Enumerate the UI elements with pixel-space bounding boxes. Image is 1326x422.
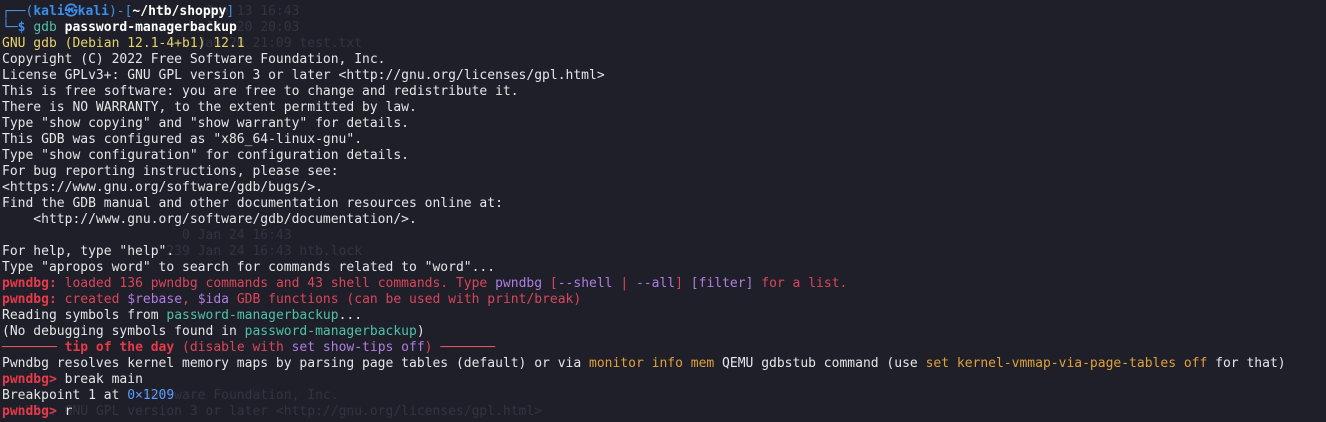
license-line: License GPLv3+: GNU GPL version 3 or lat… bbox=[2, 68, 605, 83]
prompt-corner-bottom: └─ bbox=[2, 20, 18, 35]
license-block: Copyright (C) 2022 Free Software Foundat… bbox=[2, 52, 1326, 228]
license-line: For bug reporting instructions, please s… bbox=[2, 164, 339, 179]
help-line: For help, type "help". bbox=[2, 244, 175, 259]
pwndbg-loaded-line: pwndbg: loaded 136 pwndbg commands and 4… bbox=[2, 276, 848, 291]
tip-of-day-header: ─────── tip of the day (disable with set… bbox=[2, 340, 496, 355]
license-line: This is free software: you are free to c… bbox=[2, 84, 519, 99]
pwndbg-tag: pwndbg: bbox=[2, 276, 57, 291]
help-block: For help, type "help". Type "apropos word… bbox=[2, 244, 1326, 276]
pwndbg-tag: pwndbg: bbox=[2, 292, 57, 307]
license-line: <http://www.gnu.org/software/gdb/documen… bbox=[2, 212, 417, 227]
command-break-main: break main bbox=[56, 372, 143, 387]
command-gdb: gdb bbox=[33, 20, 57, 35]
pwndbg-prompt: pwndbg> bbox=[2, 372, 57, 387]
pwndbg-created-line: pwndbg: created $rebase, $ida GDB functi… bbox=[2, 292, 582, 307]
command-argument: password-managerbackup bbox=[64, 20, 237, 35]
help-line: Type "apropos word" to search for comman… bbox=[2, 260, 496, 275]
prompt-close: ] bbox=[226, 4, 235, 19]
prompt-dollar: $ bbox=[17, 20, 34, 35]
prompt-line-command: └─$ gdb password-managerbackup bbox=[2, 20, 1326, 36]
prompt-corner: ┌──( bbox=[2, 4, 34, 19]
reading-symbols-line: Reading symbols from password-managerbac… bbox=[2, 308, 363, 323]
pwndbg-prompt-break: pwndbg> break main bbox=[2, 372, 1326, 388]
prompt-sep: )-[ bbox=[108, 4, 133, 19]
command-input[interactable]: r bbox=[57, 404, 73, 419]
license-line: Copyright (C) 2022 Free Software Foundat… bbox=[2, 52, 386, 67]
gdb-version-line: GNU gdb (Debian 12.1-4+b1) 12.1 bbox=[2, 36, 245, 51]
tip-body-line: Pwndbg resolves kernel memory maps by pa… bbox=[2, 356, 1286, 371]
license-line: <https://www.gnu.org/software/gdb/bugs/>… bbox=[2, 180, 323, 195]
breakpoint-line: Breakpoint 1 at 0×1209 bbox=[2, 388, 175, 403]
terminal-window[interactable]: Jan 13 16:43 Jan 20 20:03 Jan 20 21:09 t… bbox=[0, 0, 1326, 422]
pwndbg-prompt-run[interactable]: pwndbg> r bbox=[2, 404, 1326, 420]
license-line: Type "show copying" and "show warranty" … bbox=[2, 116, 409, 131]
license-line: Find the GDB manual and other documentat… bbox=[2, 196, 503, 211]
prompt-path: ~/htb/shoppy bbox=[132, 4, 227, 19]
license-line: There is NO WARRANTY, to the extent perm… bbox=[2, 100, 417, 115]
pwndbg-prompt: pwndbg> bbox=[2, 404, 57, 419]
no-symbols-line: (No debugging symbols found in password-… bbox=[2, 324, 425, 339]
prompt-user: kali㉿kali bbox=[33, 4, 109, 19]
license-line: Type "show configuration" for configurat… bbox=[2, 148, 409, 163]
license-line: This GDB was configured as "x86_64-linux… bbox=[2, 132, 363, 147]
prompt-line-top: ┌──(kali㉿kali)-[~/htb/shoppy] bbox=[2, 4, 1326, 20]
